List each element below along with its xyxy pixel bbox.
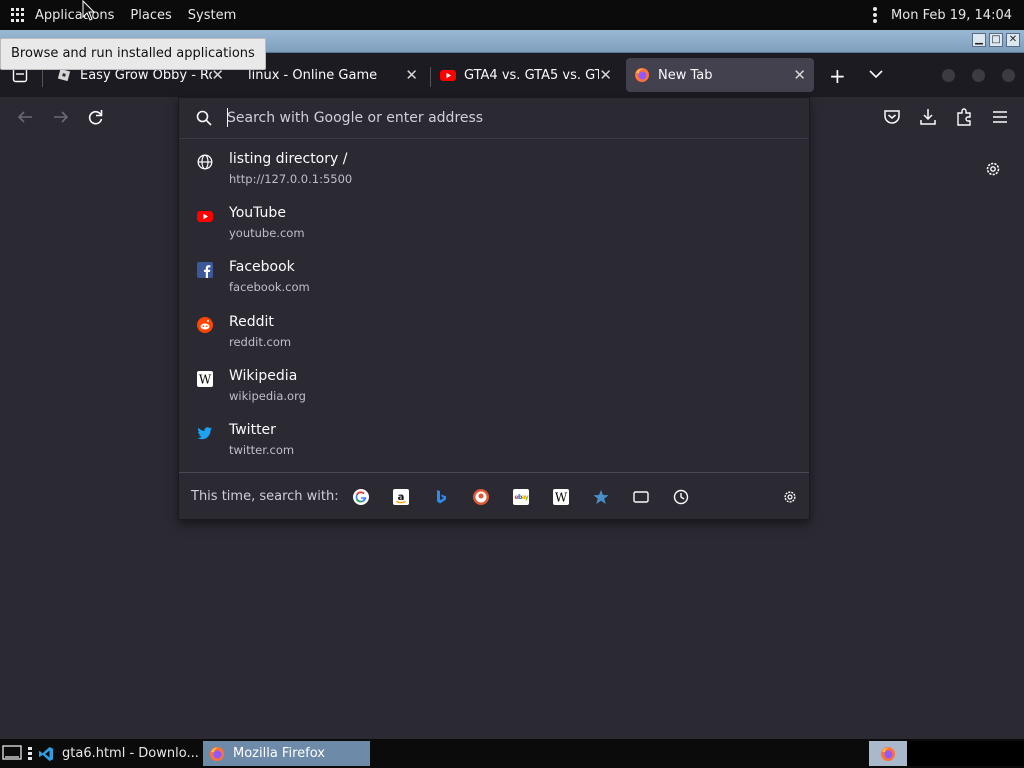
text-caret [227, 108, 228, 127]
firefox-icon [635, 68, 649, 82]
task-label: gta6.html - Downlo... [62, 746, 199, 761]
menu-applications[interactable]: Applications [35, 8, 114, 23]
new-tab-plus-icon[interactable]: + [829, 64, 846, 88]
search-icon [196, 110, 212, 126]
bookmarks-icon[interactable] [593, 489, 609, 505]
ebay-icon[interactable]: e b a y [513, 489, 529, 505]
tab-linux[interactable]: linux - Online Game ✕ [240, 58, 426, 92]
task-firefox[interactable]: Mozilla Firefox [203, 741, 370, 766]
close-tab-icon[interactable]: ✕ [599, 67, 612, 83]
tab-label: New Tab [658, 67, 713, 83]
task-vscode[interactable]: gta6.html - Downlo... [38, 741, 200, 766]
vscode-icon [39, 746, 53, 761]
wikipedia-icon[interactable]: W [553, 489, 569, 505]
panel-overflow-icon[interactable] [873, 7, 878, 23]
svg-text:W: W [199, 373, 212, 387]
result-title: YouTube [229, 205, 286, 221]
result-row-reddit[interactable]: Reddit reddit.com [179, 309, 809, 363]
url-input[interactable] [227, 108, 787, 128]
facebook-icon [197, 262, 213, 278]
globe-icon [197, 154, 213, 170]
tooltip: Browse and run installed applications [0, 38, 266, 70]
svg-text:a: a [398, 492, 405, 503]
svg-text:W: W [555, 491, 568, 505]
result-row-twitter[interactable]: Twitter twitter.com [179, 417, 809, 471]
extensions-icon[interactable] [955, 107, 973, 127]
top-panel: Applications Places System Mon Feb 19, 1… [0, 0, 1024, 30]
twitter-icon [197, 427, 212, 440]
wikipedia-icon: W [197, 371, 213, 387]
tab-label: GTA4 vs. GTA5 vs. GTA6 [464, 67, 599, 83]
bing-icon[interactable] [433, 489, 449, 505]
result-title: Facebook [229, 259, 295, 275]
pocket-icon[interactable] [883, 107, 901, 127]
show-desktop-icon[interactable] [2, 745, 22, 761]
tabs-icon[interactable] [633, 489, 649, 505]
youtube-icon [197, 211, 213, 222]
result-title: listing directory / [229, 151, 348, 167]
taskbar-handle-icon[interactable] [28, 747, 32, 760]
result-row-youtube[interactable]: YouTube youtube.com [179, 200, 809, 254]
firefox-icon [210, 746, 224, 761]
taskbar: gta6.html - Downlo... Mozilla Firefox [0, 739, 1024, 768]
result-title: Wikipedia [229, 368, 298, 384]
firefox-icon [881, 746, 895, 761]
one-off-search-bar: This time, search with: a e b a y W [179, 472, 809, 521]
minimize-dot-icon[interactable] [942, 69, 955, 82]
maximize-icon[interactable]: □ [989, 33, 1003, 47]
search-settings-gear-icon[interactable] [782, 489, 798, 505]
duckduckgo-icon[interactable] [473, 489, 489, 505]
workspace-empty[interactable] [907, 741, 1024, 766]
result-url: wikipedia.org [229, 389, 306, 403]
svg-text:y: y [525, 494, 529, 501]
tab-label: linux - Online Game [248, 67, 378, 83]
clock[interactable]: Mon Feb 19, 14:04 [891, 8, 1012, 23]
menu-system[interactable]: System [188, 8, 236, 23]
amazon-icon[interactable]: a [393, 489, 409, 505]
minimize-icon[interactable]: ▁ [972, 33, 986, 47]
result-row-wikipedia[interactable]: W Wikipedia wikipedia.org [179, 363, 809, 417]
close-dot-icon[interactable] [1002, 69, 1015, 82]
result-url: reddit.com [229, 335, 292, 349]
back-arrow-icon[interactable] [16, 107, 34, 127]
result-row-local[interactable]: listing directory / http://127.0.0.1:550… [179, 146, 809, 200]
google-icon[interactable] [353, 489, 369, 505]
result-row-facebook[interactable]: Facebook facebook.com [179, 254, 809, 308]
task-label: Mozilla Firefox [233, 746, 325, 761]
tab-gta[interactable]: GTA4 vs. GTA5 vs. GTA6 ✕ [434, 58, 620, 92]
result-url: twitter.com [229, 443, 295, 457]
result-title: Reddit [229, 314, 274, 330]
chevron-down-icon[interactable] [869, 69, 883, 79]
close-window-icon[interactable]: ✕ [1006, 33, 1020, 47]
apps-grid-icon[interactable] [11, 8, 25, 22]
close-tab-icon[interactable]: ✕ [405, 67, 418, 83]
urlbar-dropdown: listing directory / http://127.0.0.1:550… [178, 97, 810, 520]
reddit-icon [197, 317, 213, 333]
urlbar [179, 98, 809, 139]
youtube-icon [440, 70, 456, 81]
history-icon[interactable] [673, 489, 689, 505]
result-title: Twitter [229, 422, 276, 438]
tab-new-tab[interactable]: New Tab ✕ [626, 58, 814, 92]
result-url: youtube.com [229, 226, 305, 240]
forward-arrow-icon[interactable] [52, 107, 70, 127]
mouse-cursor-icon [82, 0, 96, 21]
menu-places[interactable]: Places [130, 8, 171, 23]
close-tab-icon[interactable]: ✕ [793, 67, 806, 83]
result-url: facebook.com [229, 280, 310, 294]
reload-icon[interactable] [87, 107, 105, 127]
download-icon[interactable] [919, 107, 937, 127]
search-with-label: This time, search with: [191, 489, 339, 504]
maximize-dot-icon[interactable] [972, 69, 985, 82]
settings-gear-icon[interactable] [984, 160, 1002, 178]
hamburger-menu-icon[interactable] [991, 107, 1009, 127]
result-url: http://127.0.0.1:5500 [229, 172, 353, 186]
workspace-firefox[interactable] [869, 741, 907, 766]
